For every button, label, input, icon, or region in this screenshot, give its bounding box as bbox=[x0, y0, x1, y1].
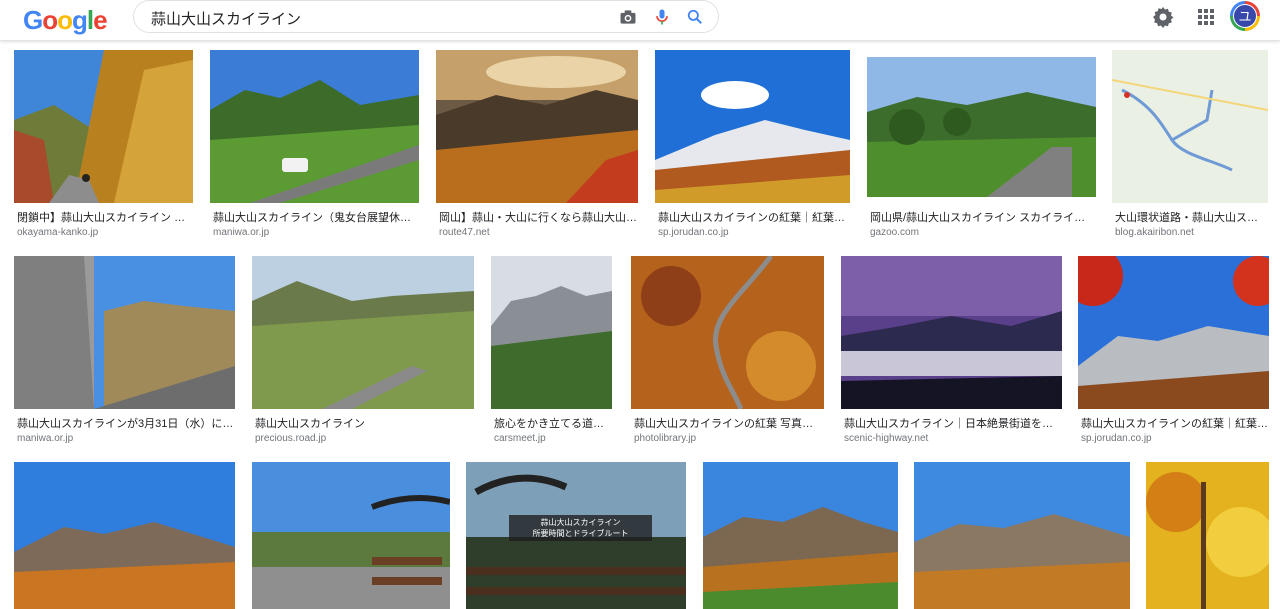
result-site[interactable]: sp.jorudan.co.jp bbox=[1081, 433, 1268, 445]
apps-icon[interactable] bbox=[1194, 5, 1218, 29]
result-thumbnail[interactable] bbox=[914, 462, 1130, 609]
result-thumbnail[interactable] bbox=[703, 462, 898, 609]
result-title[interactable]: 岡山県/蒜山大山スカイライン スカイライン特... bbox=[870, 211, 1095, 225]
result-title[interactable]: 旅心をかき立てる道。... bbox=[494, 417, 611, 431]
result-site[interactable]: maniwa.or.jp bbox=[17, 433, 234, 445]
logo-letter: g bbox=[72, 5, 88, 35]
result-thumbnail[interactable] bbox=[252, 462, 450, 609]
result-site[interactable]: sp.jorudan.co.jp bbox=[658, 227, 848, 239]
result-title[interactable]: 蒜山大山スカイラインが3月31日（水）に開... bbox=[17, 417, 234, 431]
result-title[interactable]: 蒜山大山スカイラインの紅葉 写真素材... bbox=[634, 417, 823, 431]
result-thumbnail[interactable] bbox=[841, 256, 1062, 409]
camera-icon[interactable] bbox=[618, 7, 638, 27]
search-input[interactable]: 蒜山大山スカイライン bbox=[151, 8, 301, 29]
result-site[interactable]: maniwa.or.jp bbox=[213, 227, 418, 239]
result-title[interactable]: 蒜山大山スカイライン（鬼女台展望休憩... bbox=[213, 211, 418, 225]
result-title[interactable]: 蒜山大山スカイラインの紅葉｜紅葉情... bbox=[658, 211, 848, 225]
result-thumbnail[interactable] bbox=[491, 256, 612, 409]
search-icon[interactable] bbox=[685, 7, 705, 27]
result-thumbnail[interactable] bbox=[867, 57, 1096, 197]
result-thumbnail[interactable] bbox=[655, 50, 850, 203]
result-thumbnail[interactable] bbox=[436, 50, 638, 203]
result-title[interactable]: 蒜山大山スカイライン bbox=[255, 417, 473, 431]
result-title[interactable]: 閉鎖中】蒜山大山スカイライン ｜ ... bbox=[17, 211, 192, 225]
result-thumbnail[interactable] bbox=[252, 256, 474, 409]
thumbnail-overlay-banner: 蒜山大山スカイライン 所要時間とドライブルート bbox=[509, 515, 652, 541]
avatar-initial: ユ bbox=[1233, 4, 1257, 28]
result-thumbnail[interactable] bbox=[14, 256, 235, 409]
logo-letter: G bbox=[23, 5, 43, 35]
result-title[interactable]: 岡山】蒜山・大山に行くなら蒜山大山ス... bbox=[439, 211, 637, 225]
logo-letter: o bbox=[57, 5, 73, 35]
banner-subtitle: 所要時間とドライブルート bbox=[532, 529, 629, 538]
result-thumbnail[interactable] bbox=[631, 256, 824, 409]
result-site[interactable]: blog.akairibon.net bbox=[1115, 227, 1267, 239]
mic-icon[interactable] bbox=[652, 7, 672, 27]
logo-letter: o bbox=[42, 5, 58, 35]
search-box[interactable]: 蒜山大山スカイライン bbox=[133, 0, 719, 33]
result-site[interactable]: photolibrary.jp bbox=[634, 433, 823, 445]
gear-icon[interactable] bbox=[1151, 5, 1175, 29]
top-bar: Google 蒜山大山スカイライン ユ bbox=[0, 0, 1280, 41]
result-thumbnail[interactable] bbox=[210, 50, 419, 203]
result-title[interactable]: 大山環状道路・蒜山大山スカ... bbox=[1115, 211, 1267, 225]
result-thumbnail[interactable] bbox=[1112, 50, 1268, 203]
result-thumbnail[interactable] bbox=[14, 50, 193, 203]
result-site[interactable]: carsmeet.jp bbox=[494, 433, 611, 445]
banner-title: 蒜山大山スカイライン bbox=[540, 518, 621, 527]
result-title[interactable]: 蒜山大山スカイラインの紅葉｜紅葉情... bbox=[1081, 417, 1268, 431]
result-thumbnail[interactable] bbox=[1078, 256, 1269, 409]
google-logo[interactable]: Google bbox=[23, 5, 108, 35]
result-site[interactable]: okayama-kanko.jp bbox=[17, 227, 192, 239]
result-site[interactable]: scenic-highway.net bbox=[844, 433, 1061, 445]
result-site[interactable]: precious.road.jp bbox=[255, 433, 473, 445]
result-title[interactable]: 蒜山大山スカイライン｜日本絶景街道を走る... bbox=[844, 417, 1061, 431]
result-site[interactable]: gazoo.com bbox=[870, 227, 1095, 239]
logo-letter: e bbox=[93, 5, 108, 35]
result-site[interactable]: route47.net bbox=[439, 227, 637, 239]
result-thumbnail[interactable] bbox=[14, 462, 235, 609]
account-avatar[interactable]: ユ bbox=[1230, 1, 1260, 31]
result-thumbnail[interactable] bbox=[1146, 462, 1269, 609]
